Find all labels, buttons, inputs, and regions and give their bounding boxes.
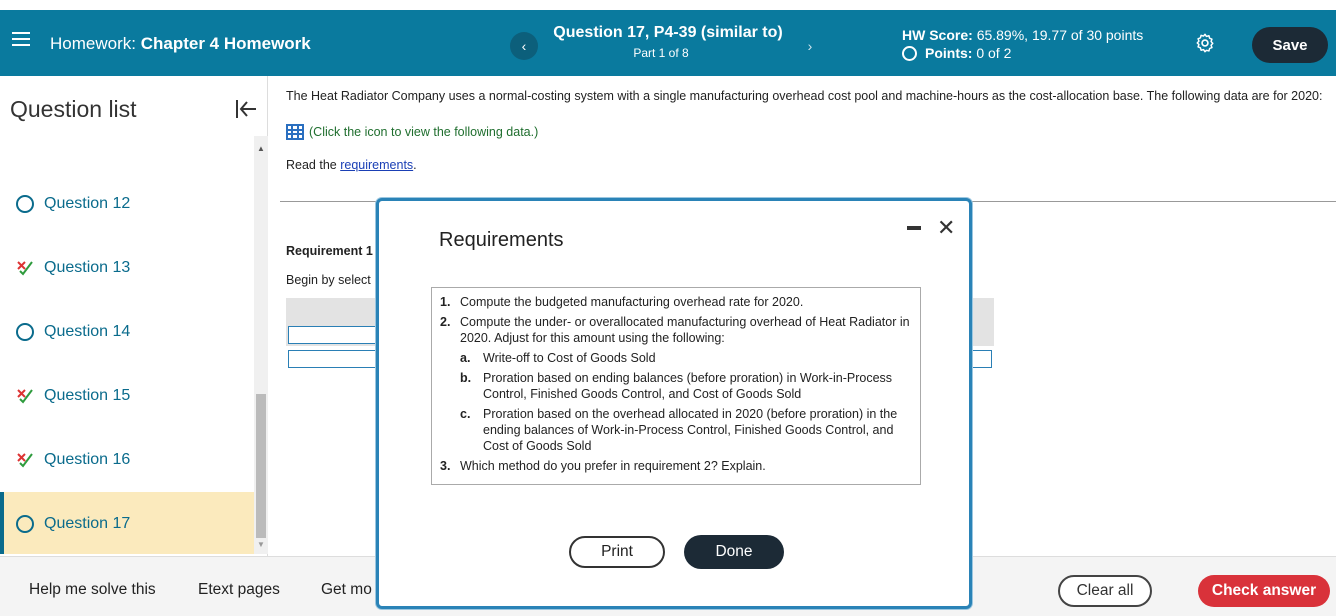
data-link-text: (Click the icon to view the following da… [309,125,539,139]
requirement-subitem: c. Proration based on the overhead alloc… [460,406,912,454]
hw-score: HW Score: 65.89%, 19.77 of 30 points [902,27,1143,43]
points-label: Points: [925,45,973,61]
question-intro: The Heat Radiator Company uses a normal-… [286,89,1323,103]
top-header: Homework: Chapter 4 Homework ‹ Question … [0,10,1336,76]
requirements-link[interactable]: requirements [340,158,413,172]
chevron-right-icon: › [807,38,813,54]
minimize-icon[interactable] [907,226,921,230]
question-item-label: Question 13 [44,259,131,276]
save-button[interactable]: Save [1252,27,1328,63]
points-value: 0 of 2 [976,45,1012,61]
subitem-letter: b. [460,371,472,385]
next-question-button[interactable]: › [796,32,824,60]
question-item-label: Question 12 [44,195,131,212]
requirement-text: Compute the under- or overallocated manu… [460,315,910,345]
menu-icon[interactable] [12,32,30,46]
requirement-item: 1. Compute the budgeted manufacturing ov… [440,294,912,310]
get-more-help-button[interactable]: Get mo [321,581,372,599]
question-item-label: Question 14 [44,323,131,340]
requirements-list: 1. Compute the budgeted manufacturing ov… [431,287,921,485]
requirement-number: 2. [440,315,451,329]
print-button[interactable]: Print [569,536,665,568]
done-button[interactable]: Done [684,535,784,569]
requirement-text: Compute the budgeted manufacturing overh… [460,295,804,309]
help-me-solve-button[interactable]: Help me solve this [29,581,156,599]
question-part: Part 1 of 8 [633,46,689,60]
dialog-title: Requirements [439,229,564,251]
question-item-label: Question 15 [44,387,131,404]
requirement-subitem: b. Proration based on ending balances (b… [460,370,912,402]
points-status-icon [902,45,917,61]
requirement-subitem: a. Write-off to Cost of Goods Sold [460,350,912,366]
read-prefix: Read the [286,158,337,172]
collapse-sidebar-icon[interactable] [234,98,258,120]
clear-all-button[interactable]: Clear all [1058,575,1152,607]
question-list: Question 12 Question 13 Question 14 Ques… [0,136,254,554]
question-list-item-partial-hidden[interactable] [0,136,254,142]
read-requirements: Read the requirements. [286,158,417,172]
requirement-number: 3. [440,459,451,473]
requirement-item: 3. Which method do you prefer in require… [440,458,912,474]
data-table-link[interactable]: (Click the icon to view the following da… [286,124,538,140]
scrollbar-thumb[interactable] [256,394,266,538]
unanswered-icon [14,321,36,343]
requirement-number: 1. [440,295,451,309]
question-list-item-16[interactable]: Question 16 [0,428,254,492]
question-title: Question 17, P4-39 (similar to) [553,24,783,41]
homework-title: Homework: Chapter 4 Homework [50,34,311,54]
partial-credit-icon [14,257,36,279]
subitem-letter: c. [460,407,471,421]
scroll-up-icon[interactable]: ▲ [257,144,265,153]
table-icon[interactable] [286,124,304,140]
previous-question-button[interactable]: ‹ [510,32,538,60]
requirement-item: 2. Compute the under- or overallocated m… [440,314,912,346]
subitem-text: Write-off to Cost of Goods Sold [483,351,656,365]
answer-input-1[interactable] [288,326,388,344]
question-list-item-15[interactable]: Question 15 [0,364,254,428]
hw-score-label: HW Score: [902,27,973,43]
question-item-label: Question 16 [44,451,131,468]
hw-score-value: 65.89%, 19.77 of 30 points [976,27,1144,43]
top-strip [0,0,1336,10]
gear-icon[interactable] [1194,32,1216,54]
check-answer-button[interactable]: Check answer [1198,575,1330,607]
begin-instruction: Begin by select [286,273,371,287]
partial-credit-icon [14,449,36,471]
question-list-title: Question list [10,96,137,122]
requirements-dialog: Requirements ✕ 1. Compute the budgeted m… [376,198,972,609]
etext-pages-button[interactable]: Etext pages [198,581,280,599]
question-item-label: Question 17 [44,515,131,532]
scroll-down-icon[interactable]: ▼ [257,540,265,549]
subitem-text: Proration based on the overhead allocate… [483,407,898,453]
chevron-left-icon: ‹ [521,38,527,54]
question-list-item-12[interactable]: Question 12 [0,172,254,236]
question-list-scrollbar[interactable]: ▲ ▼ [254,136,268,554]
requirement-text: Which method do you prefer in requiremen… [460,459,766,473]
close-icon[interactable]: ✕ [937,215,955,241]
unanswered-icon [14,513,36,535]
answer-input-2[interactable] [288,350,388,368]
partial-credit-icon [14,385,36,407]
points: Points: 0 of 2 [902,45,1011,61]
subitem-letter: a. [460,351,471,365]
question-list-item-14[interactable]: Question 14 [0,300,254,364]
question-list-item-17[interactable]: Question 17 [0,492,254,554]
requirement-heading: Requirement 1 [286,244,373,258]
question-list-item-13[interactable]: Question 13 [0,236,254,300]
homework-prefix: Homework: [50,34,136,53]
question-list-sidebar: Question list Question 12 Question 13 Qu… [0,76,268,556]
subitem-text: Proration based on ending balances (befo… [483,371,893,401]
unanswered-icon [14,193,36,215]
homework-name: Chapter 4 Homework [140,34,311,53]
